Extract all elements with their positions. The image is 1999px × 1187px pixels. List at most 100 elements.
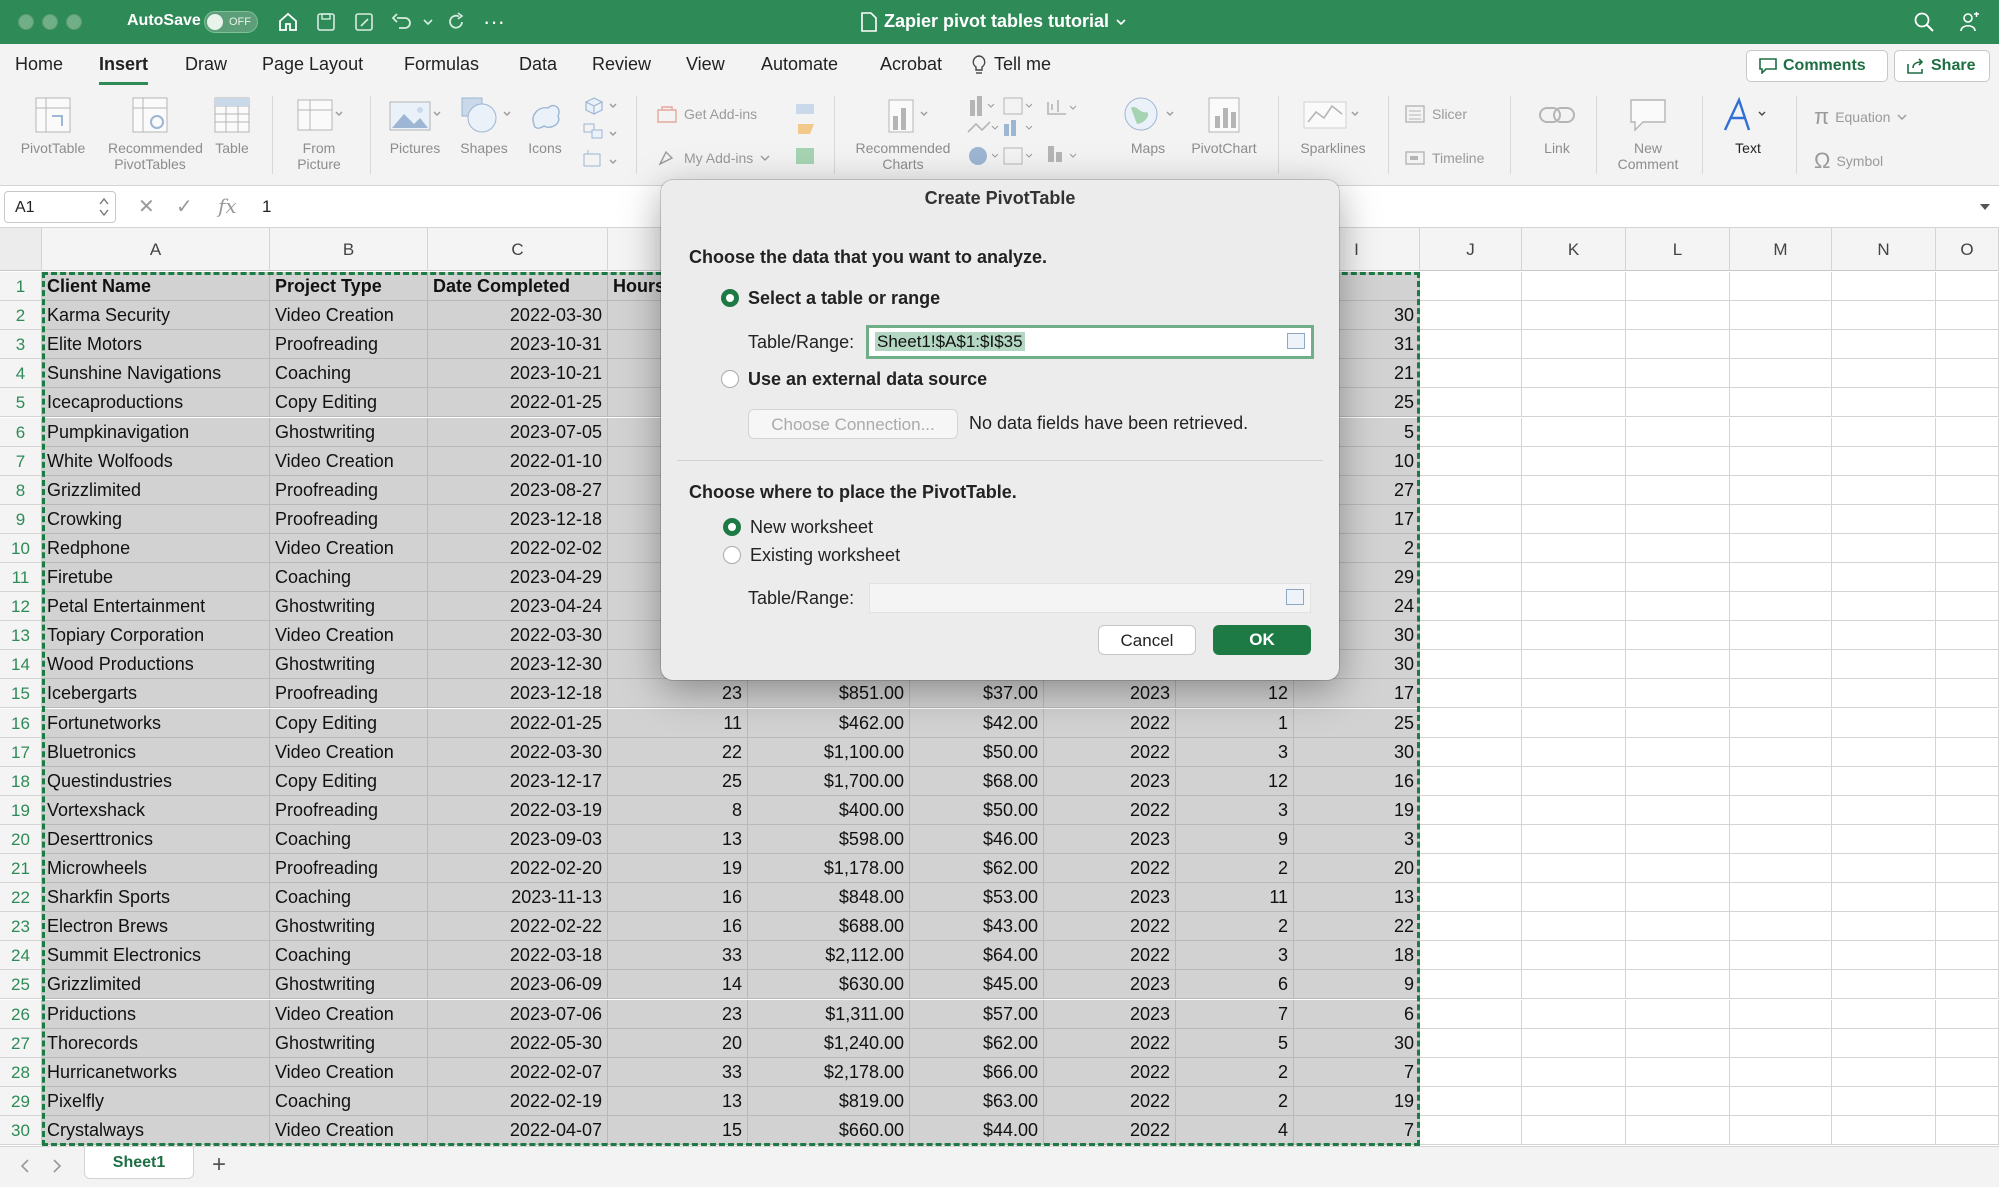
cell-e[interactable]: $848.00 <box>748 883 910 913</box>
from-picture-button[interactable]: From Picture <box>286 94 352 172</box>
empty-cell[interactable] <box>1522 795 1626 825</box>
empty-cell[interactable] <box>1936 941 1999 971</box>
empty-cell[interactable] <box>1522 621 1626 651</box>
cell-e[interactable]: $1,311.00 <box>748 999 910 1029</box>
cell-e[interactable]: $462.00 <box>748 708 910 738</box>
empty-cell[interactable] <box>1730 446 1832 476</box>
cell-e[interactable]: $851.00 <box>748 679 910 709</box>
next-sheet-icon[interactable] <box>52 1159 62 1173</box>
save-icon[interactable] <box>312 8 340 36</box>
empty-cell[interactable] <box>1936 854 1999 883</box>
empty-cell[interactable] <box>1522 679 1626 709</box>
empty-cell[interactable] <box>1522 650 1626 680</box>
cell-g[interactable]: 2023 <box>1044 883 1176 913</box>
empty-cell[interactable] <box>1730 999 1832 1029</box>
empty-cell[interactable] <box>1730 272 1832 301</box>
empty-cell[interactable] <box>1626 883 1730 913</box>
empty-cell[interactable] <box>1832 417 1936 447</box>
cell-e[interactable]: $660.00 <box>748 1115 910 1145</box>
empty-cell[interactable] <box>1730 737 1832 767</box>
cell-b[interactable]: Coaching <box>270 941 428 971</box>
row-header[interactable]: 23 <box>0 912 42 942</box>
row-header[interactable]: 13 <box>0 621 42 651</box>
row-header[interactable]: 21 <box>0 854 42 883</box>
cell-a[interactable]: Topiary Corporation <box>42 621 270 651</box>
cell-g[interactable]: 2022 <box>1044 912 1176 942</box>
cell-f[interactable]: $44.00 <box>910 1115 1044 1145</box>
undo-dropdown-icon[interactable] <box>414 8 442 36</box>
redo-icon[interactable] <box>442 8 470 36</box>
row-header[interactable]: 25 <box>0 970 42 1000</box>
empty-cell[interactable] <box>1730 592 1832 622</box>
cell-b[interactable]: Copy Editing <box>270 388 428 418</box>
cell-e[interactable]: $1,100.00 <box>748 737 910 767</box>
row-header[interactable]: 17 <box>0 737 42 767</box>
expand-formula-icon[interactable] <box>1979 202 1991 212</box>
cell-i[interactable]: 9 <box>1294 970 1420 1000</box>
tab-insert[interactable]: Insert <box>99 54 149 85</box>
cell-c[interactable]: 2023-10-21 <box>428 359 608 389</box>
empty-cell[interactable] <box>1420 737 1522 767</box>
cell-g[interactable]: 2022 <box>1044 1086 1176 1116</box>
cell-g[interactable]: 2022 <box>1044 1028 1176 1058</box>
cell-g[interactable]: 2023 <box>1044 679 1176 709</box>
cell-i[interactable]: 20 <box>1294 854 1420 883</box>
cell-e[interactable]: $1,178.00 <box>748 854 910 883</box>
empty-cell[interactable] <box>1522 330 1626 360</box>
cell-b[interactable]: Video Creation <box>270 1057 428 1087</box>
empty-cell[interactable] <box>1522 1057 1626 1087</box>
empty-cell[interactable] <box>1936 504 1999 534</box>
cell-h[interactable]: 7 <box>1176 999 1294 1029</box>
sheet-tab-sheet1[interactable]: Sheet1 <box>84 1147 194 1179</box>
empty-cell[interactable] <box>1936 1028 1999 1058</box>
empty-cell[interactable] <box>1936 621 1999 651</box>
empty-cell[interactable] <box>1730 388 1832 418</box>
empty-cell[interactable] <box>1626 824 1730 854</box>
cell-f[interactable]: $64.00 <box>910 941 1044 971</box>
cell-i[interactable]: 30 <box>1294 1028 1420 1058</box>
empty-cell[interactable] <box>1522 446 1626 476</box>
cell-e[interactable]: $2,112.00 <box>748 941 910 971</box>
empty-cell[interactable] <box>1420 708 1522 738</box>
empty-cell[interactable] <box>1832 1115 1936 1145</box>
symbol-button[interactable]: Ω Symbol <box>1814 148 1883 174</box>
row-header[interactable]: 5 <box>0 388 42 418</box>
cell-e[interactable]: $400.00 <box>748 795 910 825</box>
cell-b[interactable]: Proofreading <box>270 679 428 709</box>
column-header-k[interactable]: K <box>1522 228 1626 271</box>
empty-cell[interactable] <box>1522 504 1626 534</box>
empty-cell[interactable] <box>1420 1057 1522 1087</box>
link-button[interactable]: Link <box>1532 94 1582 156</box>
cell-d[interactable]: 8 <box>608 795 748 825</box>
empty-cell[interactable] <box>1730 621 1832 651</box>
empty-cell[interactable] <box>1626 999 1730 1029</box>
addin-shortcuts[interactable] <box>790 94 820 173</box>
empty-cell[interactable] <box>1420 330 1522 360</box>
cell-e[interactable]: $598.00 <box>748 824 910 854</box>
empty-cell[interactable] <box>1626 475 1730 505</box>
cell-b[interactable]: Coaching <box>270 1086 428 1116</box>
zoom-window-button[interactable] <box>66 14 82 30</box>
cell-a[interactable]: Vortexshack <box>42 795 270 825</box>
cell-c[interactable]: 2023-08-27 <box>428 475 608 505</box>
cell-h[interactable]: 2 <box>1176 1086 1294 1116</box>
empty-cell[interactable] <box>1522 708 1626 738</box>
cell-d[interactable]: 33 <box>608 1057 748 1087</box>
cell-h[interactable]: 3 <box>1176 737 1294 767</box>
empty-cell[interactable] <box>1730 708 1832 738</box>
empty-cell[interactable] <box>1936 679 1999 709</box>
empty-cell[interactable] <box>1522 883 1626 913</box>
cell-c[interactable]: 2023-12-18 <box>428 504 608 534</box>
cell-b[interactable]: Ghostwriting <box>270 970 428 1000</box>
cell-g[interactable]: 2022 <box>1044 708 1176 738</box>
column-header-o[interactable]: O <box>1936 228 1999 271</box>
empty-cell[interactable] <box>1832 766 1936 796</box>
tab-draw[interactable]: Draw <box>185 54 227 75</box>
row-header[interactable]: 29 <box>0 1086 42 1116</box>
empty-cell[interactable] <box>1626 1115 1730 1145</box>
empty-cell[interactable] <box>1522 272 1626 301</box>
empty-cell[interactable] <box>1730 504 1832 534</box>
existing-worksheet-radio[interactable] <box>723 546 741 564</box>
row-header[interactable]: 14 <box>0 650 42 680</box>
row-header[interactable]: 10 <box>0 533 42 563</box>
